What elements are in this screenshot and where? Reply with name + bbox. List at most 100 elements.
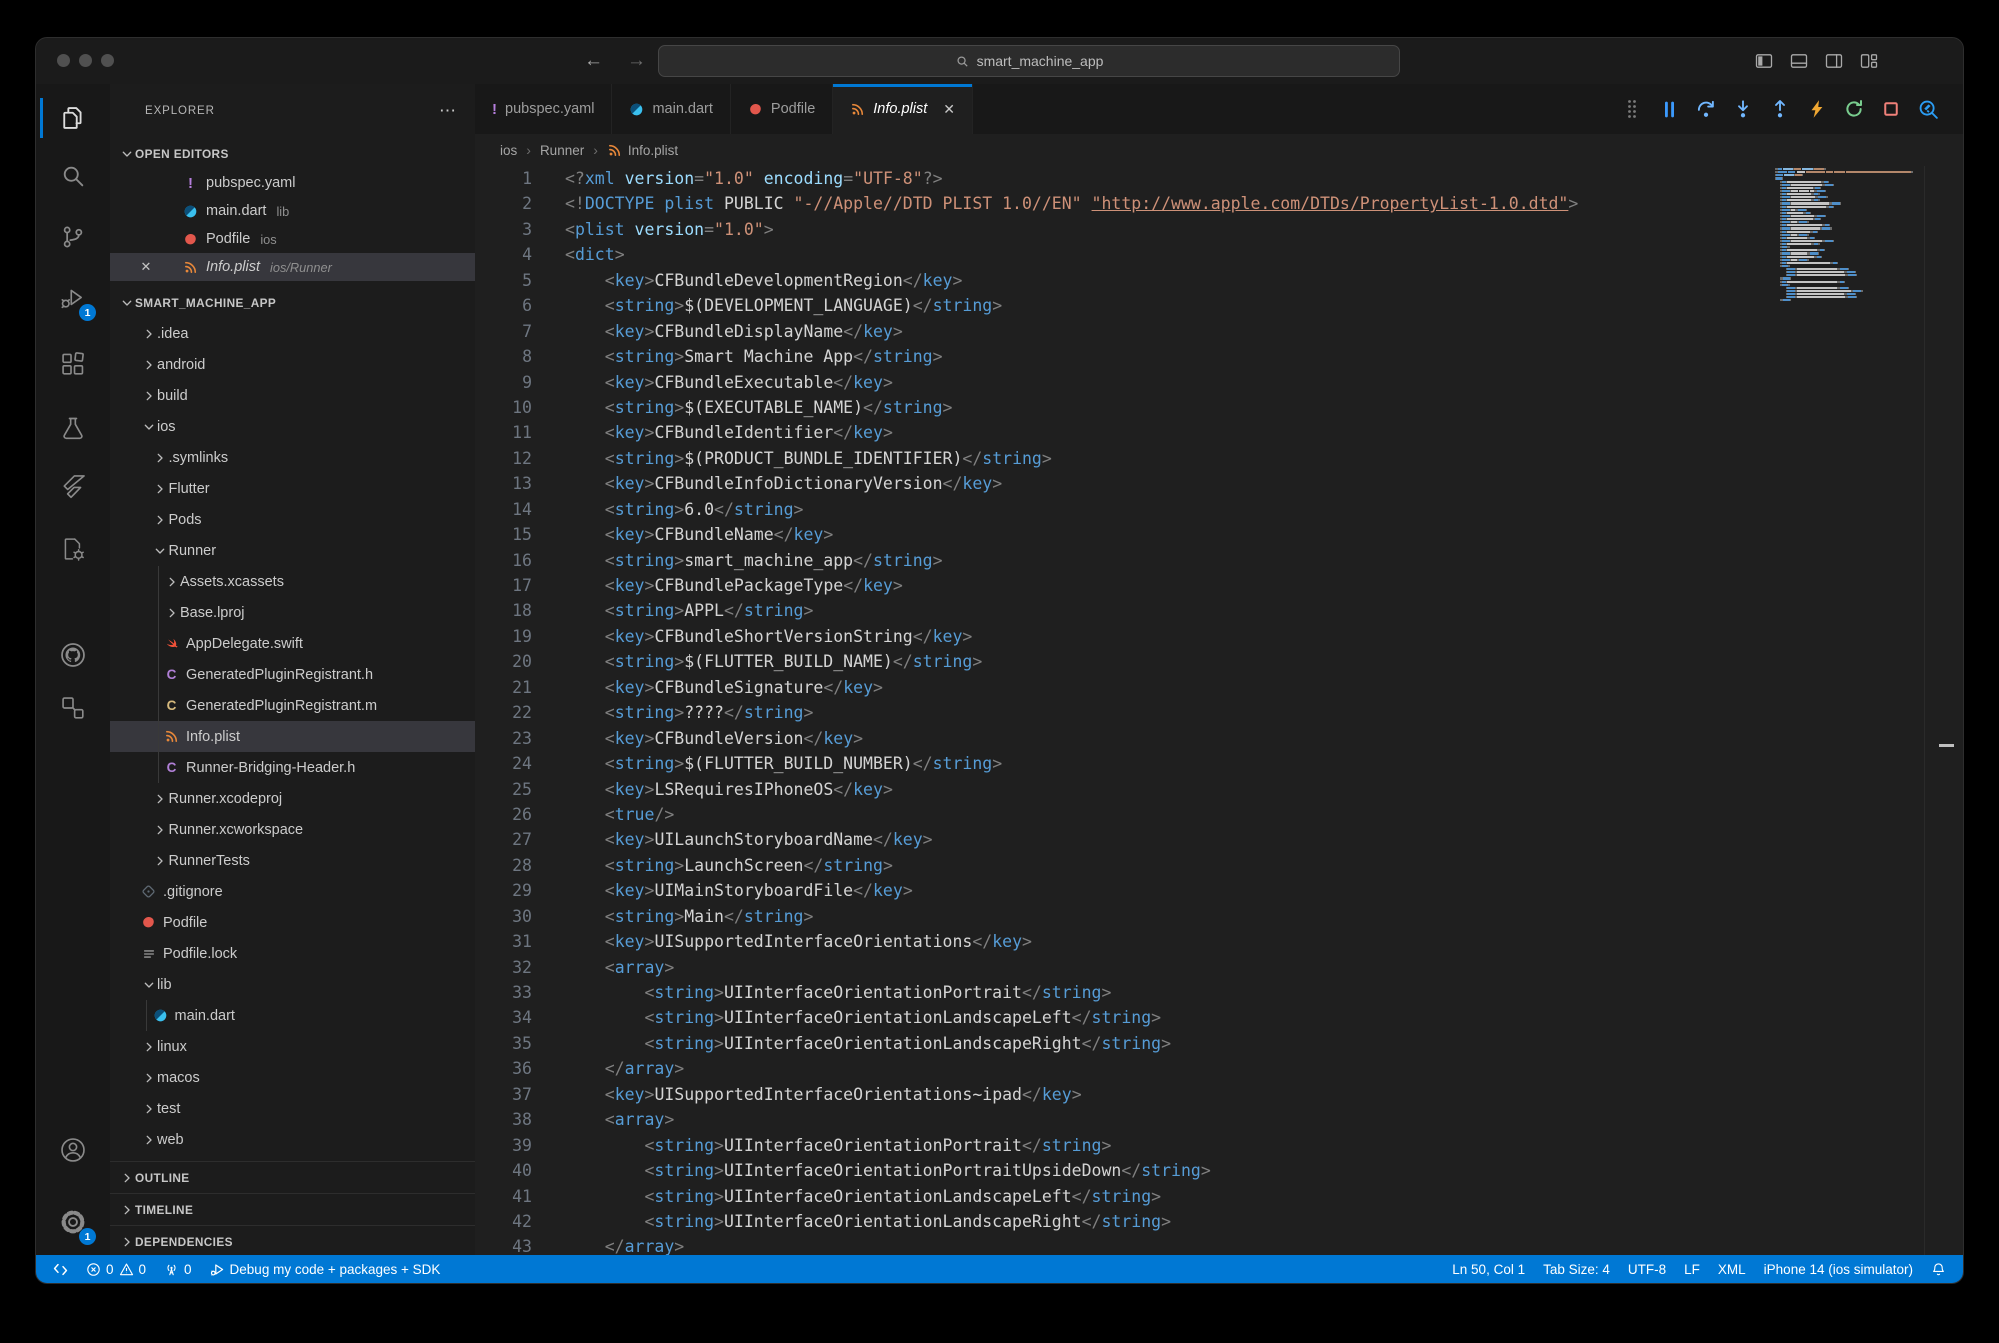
status-ports[interactable]: 0 <box>155 1255 201 1283</box>
code-editor[interactable]: 1<?xml version="1.0" encoding="UTF-8"?> 2… <box>475 166 1963 1255</box>
close-icon[interactable]: ✕ <box>943 101 955 118</box>
line-number: 22 <box>475 700 532 725</box>
layout-sidebar-right-icon[interactable] <box>1824 51 1844 71</box>
open-editor-item[interactable]: !pubspec.yaml <box>110 169 475 197</box>
status-remote[interactable] <box>44 1255 77 1283</box>
breadcrumb-item[interactable]: Runner <box>540 143 584 158</box>
activity-testing[interactable] <box>49 405 97 453</box>
section-timeline[interactable]: TIMELINE <box>110 1193 475 1225</box>
tree-item-pods[interactable]: Pods <box>110 504 475 535</box>
activity-references[interactable] <box>49 684 97 732</box>
minimap[interactable] <box>1775 168 1925 302</box>
tree-item--gitignore[interactable]: .gitignore <box>110 876 475 907</box>
open-editors-header[interactable]: OPEN EDITORS <box>110 138 475 169</box>
folder-label: ios <box>157 419 176 435</box>
tab-pubspec-yaml[interactable]: !pubspec.yaml <box>475 84 612 134</box>
section-dependencies[interactable]: DEPENDENCIES <box>110 1225 475 1255</box>
step-over-button[interactable] <box>1695 98 1717 120</box>
chevron-right-icon <box>152 451 169 465</box>
activity-github[interactable] <box>49 631 97 679</box>
tree-item-build[interactable]: build <box>110 380 475 411</box>
tree-item-info-plist[interactable]: Info.plist <box>110 721 475 752</box>
tree-item-android[interactable]: android <box>110 349 475 380</box>
chevron-right-icon <box>163 606 180 620</box>
drag-grip-button[interactable] <box>1621 98 1643 120</box>
close-icon[interactable]: ✕ <box>138 259 154 275</box>
status-indentation[interactable]: Tab Size: 4 <box>1534 1255 1619 1283</box>
code-line: 31 <key>UISupportedInterfaceOrientations… <box>475 929 1963 954</box>
activity-extensions[interactable] <box>49 340 97 388</box>
activity-flutter[interactable] <box>49 463 97 511</box>
tab-info-plist[interactable]: Info.plist✕ <box>833 84 973 134</box>
tree-item-lib[interactable]: lib <box>110 969 475 1000</box>
tree-item-ios[interactable]: ios <box>110 411 475 442</box>
tree-item-assets-xcassets[interactable]: Assets.xcassets <box>110 566 475 597</box>
layout-panel-icon[interactable] <box>1789 51 1809 71</box>
code-line: 20 <string>$(FLUTTER_BUILD_NAME)</string… <box>475 649 1963 674</box>
git-icon <box>140 884 157 899</box>
tree-item-web[interactable]: web <box>110 1124 475 1155</box>
section-outline[interactable]: OUTLINE <box>110 1161 475 1193</box>
tree-item-main-dart[interactable]: main.dart <box>110 1000 475 1031</box>
tree-item-podfile-lock[interactable]: Podfile.lock <box>110 938 475 969</box>
tree-item-base-lproj[interactable]: Base.lproj <box>110 597 475 628</box>
tree-item-appdelegate-swift[interactable]: AppDelegate.swift <box>110 628 475 659</box>
tree-item-macos[interactable]: macos <box>110 1062 475 1093</box>
tree-item-generatedpluginregistrant-h[interactable]: CGeneratedPluginRegistrant.h <box>110 659 475 690</box>
tree-item-linux[interactable]: linux <box>110 1031 475 1062</box>
status-cursor-position[interactable]: Ln 50, Col 1 <box>1443 1255 1534 1283</box>
traffic-minimize-button[interactable] <box>79 54 92 67</box>
tree-item--idea[interactable]: .idea <box>110 318 475 349</box>
status-encoding[interactable]: UTF-8 <box>1619 1255 1675 1283</box>
layout-sidebar-icon[interactable] <box>1754 51 1774 71</box>
tree-item-runner-bridging-header-h[interactable]: CRunner-Bridging-Header.h <box>110 752 475 783</box>
tree-item-runner[interactable]: Runner <box>110 535 475 566</box>
project-section-header[interactable]: SMART_MACHINE_APP <box>110 287 475 318</box>
status-device[interactable]: iPhone 14 (ios simulator) <box>1755 1255 1922 1283</box>
activity-search[interactable] <box>49 152 97 200</box>
breadcrumb-item[interactable]: ios <box>500 143 517 158</box>
step-into-button[interactable] <box>1732 98 1754 120</box>
activity-dart-devtools[interactable] <box>49 525 97 573</box>
activity-accounts[interactable] <box>49 1126 97 1174</box>
hot-reload-button[interactable] <box>1806 98 1828 120</box>
activity-settings[interactable]: 1 <box>49 1198 97 1246</box>
restart-button[interactable] <box>1843 98 1865 120</box>
command-center-search[interactable]: smart_machine_app <box>658 45 1400 77</box>
activity-explorer[interactable] <box>49 94 97 142</box>
activity-source-control[interactable] <box>49 213 97 261</box>
layout-customize-icon[interactable] <box>1859 51 1879 71</box>
forward-icon[interactable]: → <box>627 50 646 72</box>
breadcrumb-item[interactable]: Info.plist <box>607 143 678 158</box>
traffic-zoom-button[interactable] <box>101 54 114 67</box>
tree-item-podfile[interactable]: Podfile <box>110 907 475 938</box>
tree-item-test[interactable]: test <box>110 1093 475 1124</box>
status-notifications[interactable] <box>1922 1255 1955 1283</box>
tree-item-generatedpluginregistrant-m[interactable]: CGeneratedPluginRegistrant.m <box>110 690 475 721</box>
open-editor-item[interactable]: ✕Info.plistios/Runner <box>110 253 475 281</box>
back-icon[interactable]: ← <box>584 50 603 72</box>
traffic-close-button[interactable] <box>57 54 70 67</box>
status-debug-configuration[interactable]: Debug my code + packages + SDK <box>201 1255 450 1283</box>
flutter-inspector-button[interactable] <box>1917 98 1939 120</box>
tree-item-flutter[interactable]: Flutter <box>110 473 475 504</box>
activity-run-and-debug[interactable]: 1 <box>49 274 97 322</box>
step-out-button[interactable] <box>1769 98 1791 120</box>
tab-main-dart[interactable]: main.dart <box>612 84 730 134</box>
status-problems[interactable]: 00 <box>77 1255 155 1283</box>
more-actions-icon[interactable]: ⋯ <box>439 101 457 121</box>
tree-item-runnertests[interactable]: RunnerTests <box>110 845 475 876</box>
c-purple-icon: C <box>163 668 180 682</box>
scrollbar[interactable] <box>1924 166 1963 1255</box>
tree-item-runner-xcworkspace[interactable]: Runner.xcworkspace <box>110 814 475 845</box>
status-eol[interactable]: LF <box>1675 1255 1709 1283</box>
pause-button[interactable] <box>1658 98 1680 120</box>
code-line: 1<?xml version="1.0" encoding="UTF-8"?> <box>475 166 1963 191</box>
status-language-mode[interactable]: XML <box>1709 1255 1755 1283</box>
stop-button[interactable] <box>1880 98 1902 120</box>
open-editor-item[interactable]: main.dartlib <box>110 197 475 225</box>
tab-podfile[interactable]: Podfile <box>731 84 833 134</box>
open-editor-item[interactable]: Podfileios <box>110 225 475 253</box>
tree-item--symlinks[interactable]: .symlinks <box>110 442 475 473</box>
tree-item-runner-xcodeproj[interactable]: Runner.xcodeproj <box>110 783 475 814</box>
